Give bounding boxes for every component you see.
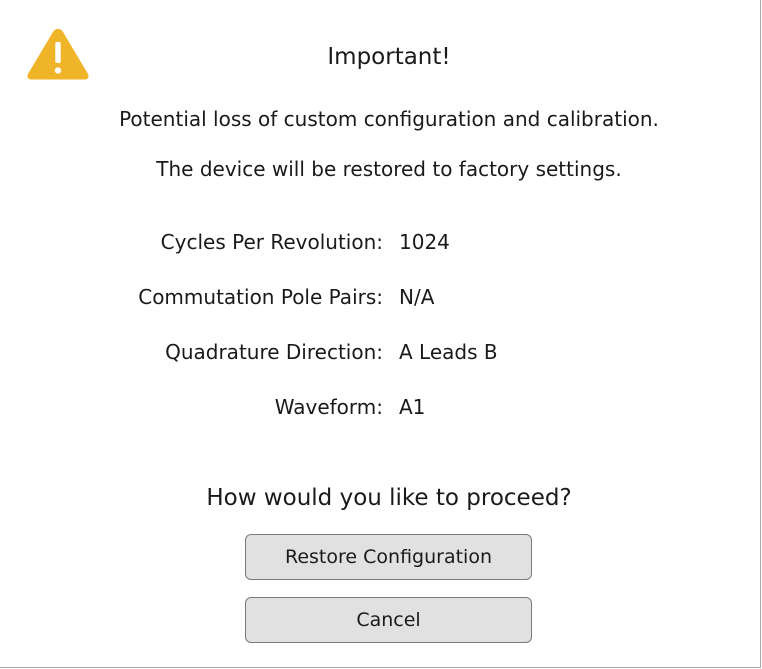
detail-row-quadrature-direction: Quadrature Direction: A Leads B: [0, 337, 761, 367]
info-message: The device will be restored to factory s…: [156, 157, 622, 181]
detail-label: Waveform:: [274, 395, 383, 419]
dialog-title: Important!: [327, 44, 451, 70]
detail-label: Cycles Per Revolution:: [160, 230, 383, 254]
cancel-button[interactable]: Cancel: [245, 597, 532, 643]
detail-value: A Leads B: [399, 340, 498, 364]
warning-message: Potential loss of custom configuration a…: [119, 107, 659, 131]
detail-value: A1: [399, 395, 426, 419]
detail-label: Quadrature Direction:: [165, 340, 383, 364]
detail-value: N/A: [399, 285, 435, 309]
restore-configuration-dialog: Important! Potential loss of custom conf…: [0, 0, 761, 668]
detail-row-cycles-per-revolution: Cycles Per Revolution: 1024: [0, 227, 761, 257]
proceed-prompt: How would you like to proceed?: [206, 485, 572, 511]
detail-value: 1024: [399, 230, 450, 254]
detail-row-commutation-pole-pairs: Commutation Pole Pairs: N/A: [0, 282, 761, 312]
detail-label: Commutation Pole Pairs:: [138, 285, 383, 309]
detail-row-waveform: Waveform: A1: [0, 392, 761, 422]
restore-configuration-button[interactable]: Restore Configuration: [245, 534, 532, 580]
